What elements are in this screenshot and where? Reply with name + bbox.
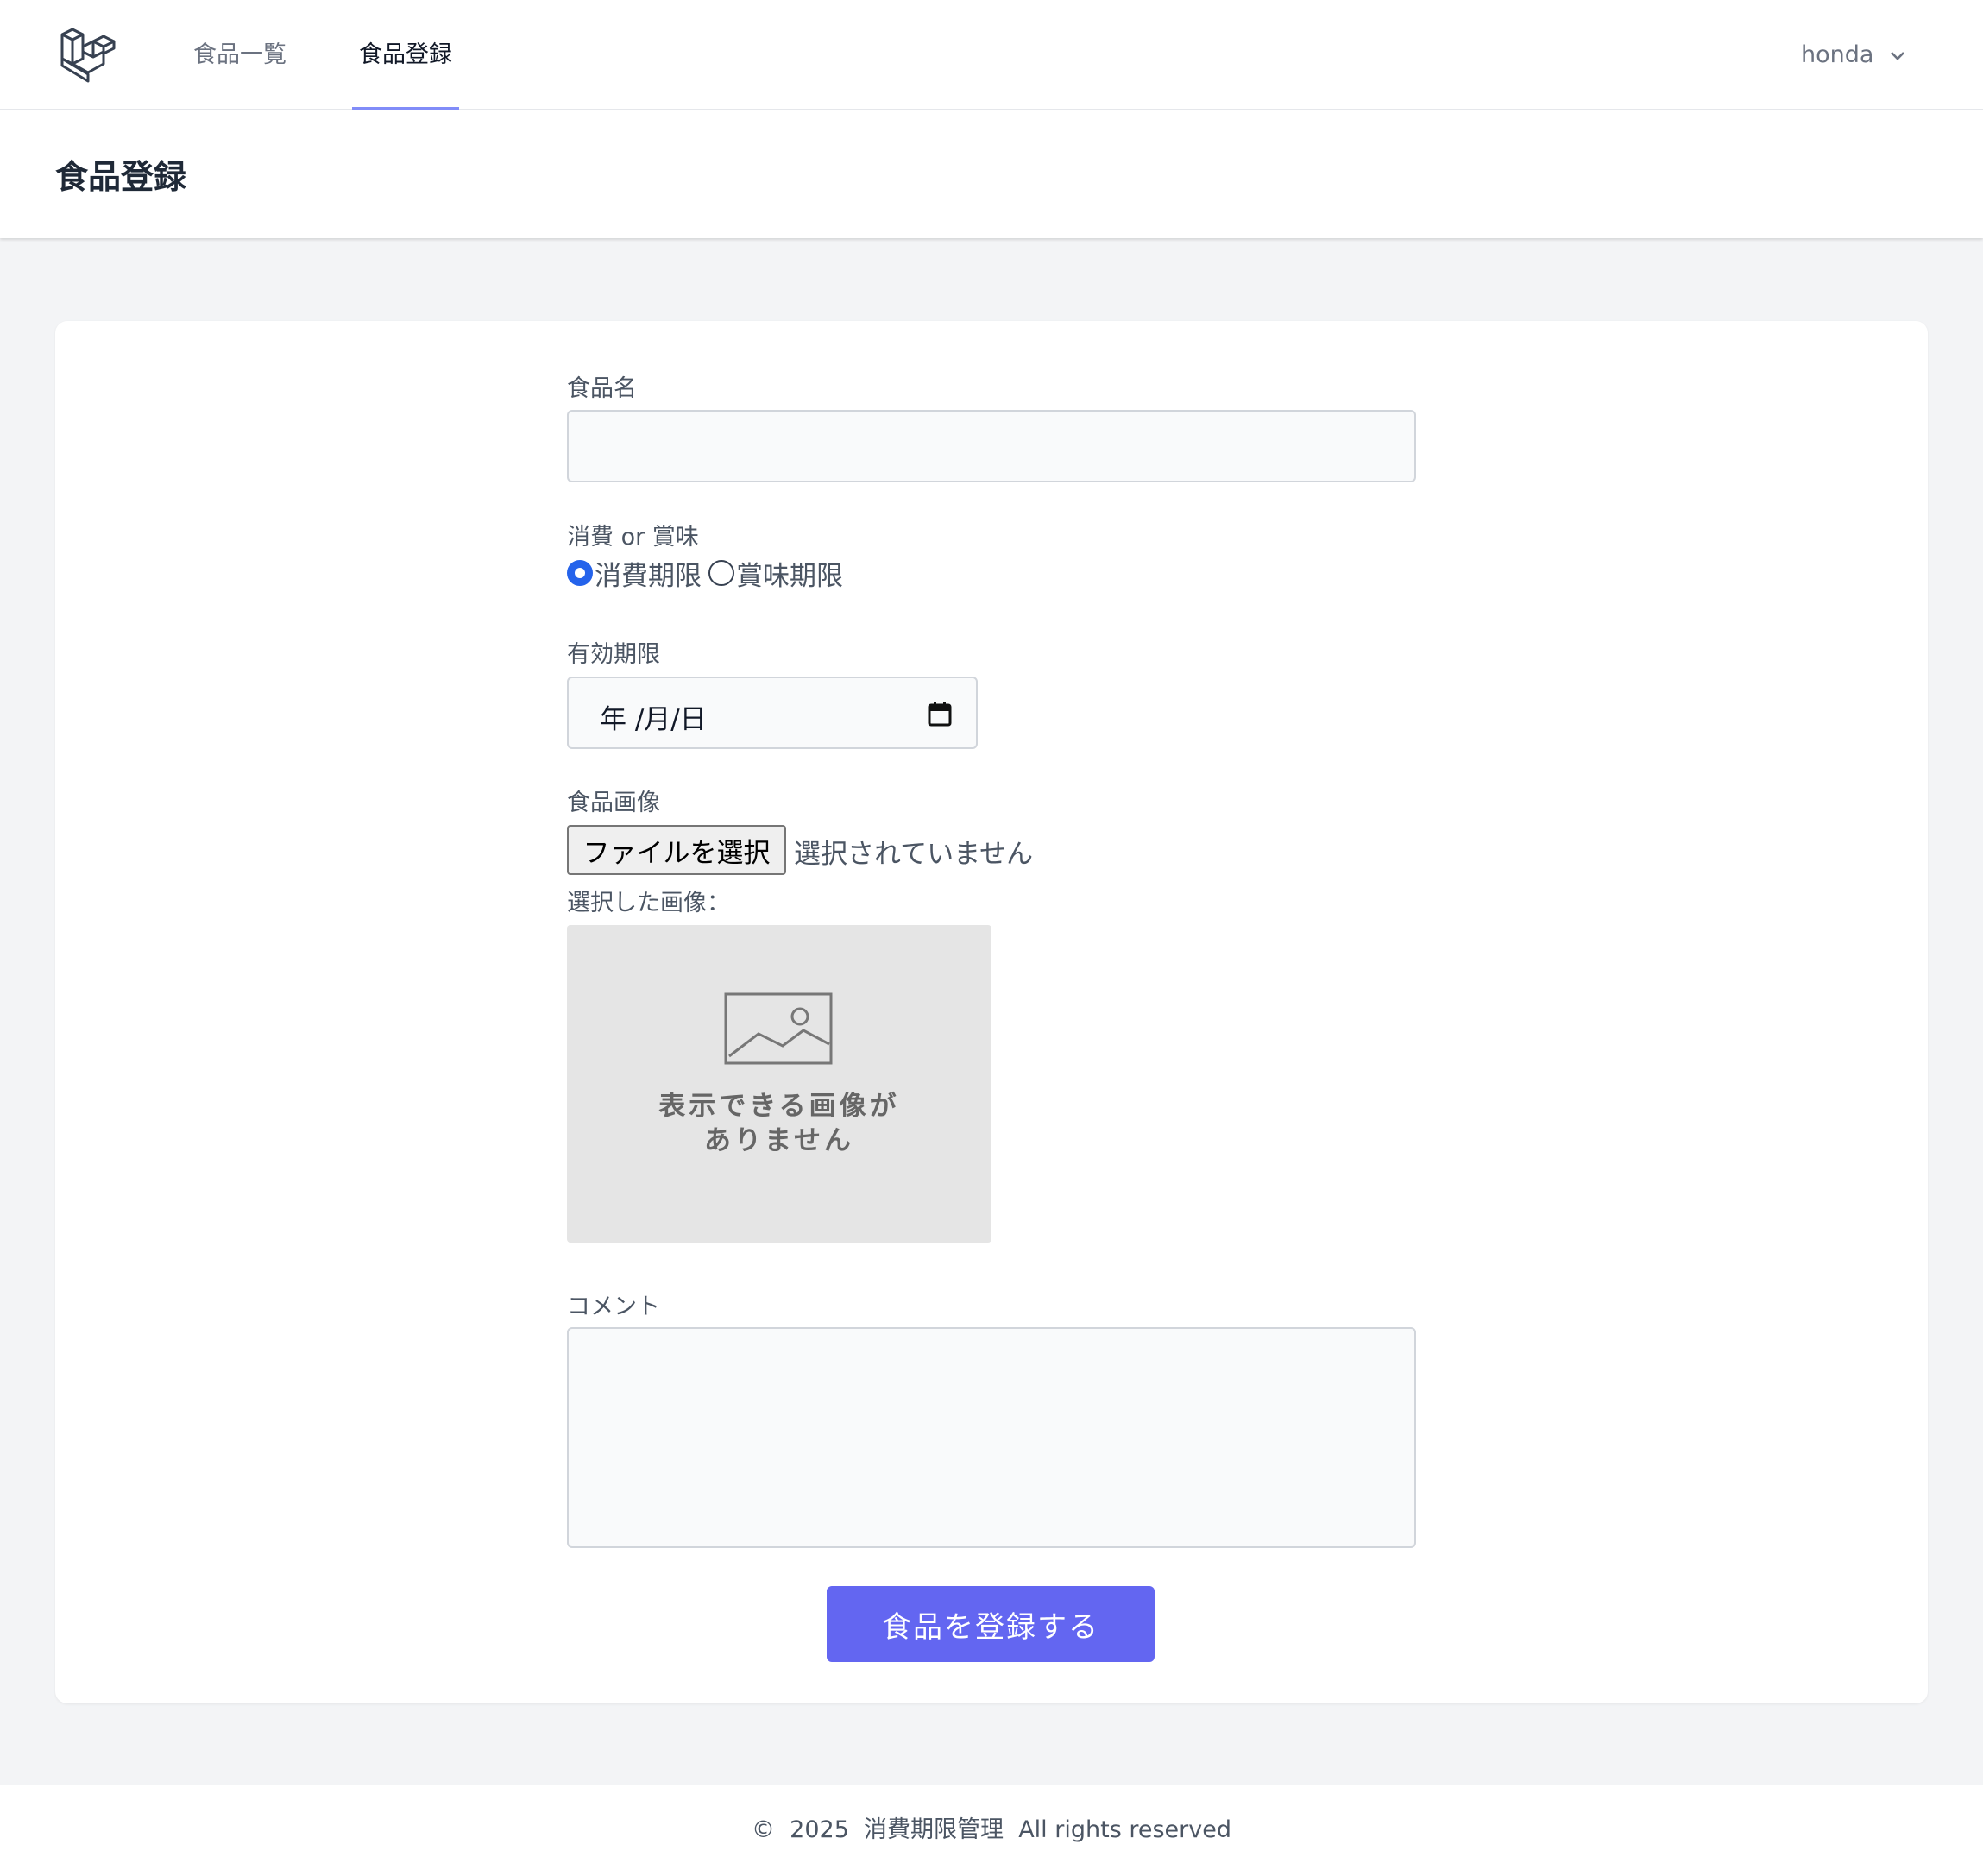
radio-consumption-deadline-label[interactable]: 消費期限 <box>595 554 702 593</box>
calendar-icon[interactable] <box>928 701 952 727</box>
footer: © 2025 消費期限管理 All rights reserved <box>0 1785 1983 1876</box>
food-image-label: 食品画像 <box>567 790 660 816</box>
user-menu-dropdown[interactable]: honda <box>1801 0 1905 110</box>
expiry-date-input[interactable]: 年 /月/日 <box>567 677 978 749</box>
nav-link-food-register[interactable]: 食品登録 <box>352 0 459 110</box>
food-name-label: 食品名 <box>567 375 637 402</box>
no-image-line-2: ありません <box>703 1125 855 1156</box>
user-name: honda <box>1800 41 1874 68</box>
no-image-message: 表示できる画像が ありません <box>567 1089 992 1158</box>
radio-best-before[interactable] <box>708 560 734 586</box>
choose-file-button[interactable]: ファイルを選択 <box>567 825 786 875</box>
image-placeholder-icon <box>724 992 833 1065</box>
no-image-line-1: 表示できる画像が <box>658 1091 900 1122</box>
chevron-down-icon <box>1891 51 1904 60</box>
page-title: 食品登録 <box>55 158 187 196</box>
expiry-type-radio-group: 消費期限 賞味期限 <box>567 554 850 593</box>
top-navigation: 食品一覧 食品登録 honda <box>0 0 1983 110</box>
food-register-form-card: 食品名 消費 or 賞味 消費期限 賞味期限 有効期限 年 /月/日 食品画像 … <box>55 321 1928 1703</box>
nav-link-food-list[interactable]: 食品一覧 <box>193 0 286 110</box>
radio-best-before-label[interactable]: 賞味期限 <box>736 554 843 593</box>
file-status-text: 選択されていません <box>794 839 1034 870</box>
page-header: 食品登録 <box>0 110 1983 238</box>
laravel-logo-icon[interactable] <box>59 26 117 85</box>
selected-image-label: 選択した画像： <box>567 890 730 916</box>
footer-copyright: © 2025 消費期限管理 All rights reserved <box>752 1816 1231 1843</box>
comment-label: コメント <box>567 1294 660 1320</box>
date-placeholder: 年 /月/日 <box>600 704 707 735</box>
image-preview: 表示できる画像が ありません <box>567 925 992 1243</box>
register-food-button[interactable]: 食品を登録する <box>827 1586 1155 1662</box>
comment-textarea[interactable] <box>567 1327 1416 1548</box>
radio-consumption-deadline[interactable] <box>567 560 593 586</box>
expiry-type-label: 消費 or 賞味 <box>567 524 699 551</box>
expiry-date-label: 有効期限 <box>567 641 660 668</box>
food-name-input[interactable] <box>567 410 1416 482</box>
